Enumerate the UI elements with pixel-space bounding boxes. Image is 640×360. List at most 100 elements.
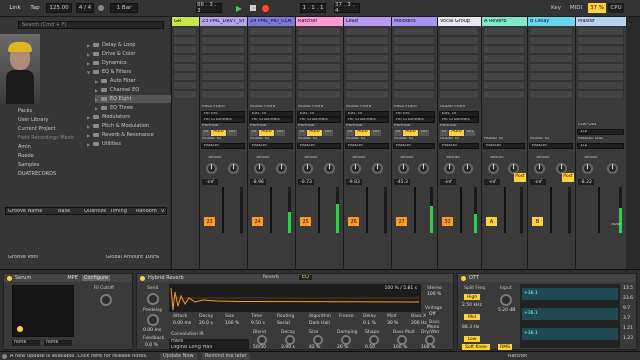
clip-slot[interactable]: [393, 54, 435, 63]
high-band-button[interactable]: High: [464, 294, 480, 300]
macro-select-1[interactable]: none: [12, 340, 40, 346]
clip-slot[interactable]: [393, 27, 435, 36]
clip-slot[interactable]: [173, 45, 197, 54]
search-input[interactable]: Search (Cmd + F): [18, 21, 164, 29]
track-header[interactable]: Lead: [344, 17, 391, 26]
clip-slot[interactable]: [439, 72, 479, 81]
vintage-value[interactable]: Off: [429, 312, 436, 317]
clip-slot[interactable]: [345, 45, 389, 54]
send-b-knob[interactable]: [372, 163, 383, 174]
clip-slot[interactable]: [577, 27, 624, 36]
track-activator[interactable]: 25: [300, 217, 311, 226]
send-b-knob[interactable]: [607, 163, 618, 174]
places-current-project[interactable]: Current Project: [18, 125, 84, 133]
track-header[interactable]: B Delay: [528, 17, 575, 26]
loop-length-field[interactable]: 37 . 3 . 4: [334, 2, 360, 14]
stop-icon[interactable]: [250, 5, 256, 11]
track-header[interactable]: GR: [172, 17, 199, 26]
clip-slot[interactable]: [483, 63, 525, 72]
reverb-param-value[interactable]: Serial: [277, 321, 290, 326]
send-b-knob[interactable]: [228, 163, 239, 174]
input-channel-select[interactable]: All Channels: [249, 117, 293, 123]
clip-slot[interactable]: [249, 63, 293, 72]
reverb-param-value[interactable]: Dark Hall: [309, 321, 330, 326]
clip-slot[interactable]: [249, 90, 293, 99]
clip-slot[interactable]: [173, 90, 197, 99]
volume-readout[interactable]: -0.73: [298, 179, 314, 185]
track-header[interactable]: 23 PML_DRV7_SY: [200, 17, 247, 26]
clip-slot[interactable]: [439, 81, 479, 90]
clip-slot[interactable]: [393, 90, 435, 99]
master-out-select[interactable]: 1/2: [577, 143, 624, 149]
monitor-auto-button[interactable]: Auto: [355, 130, 370, 136]
send-b-knob[interactable]: [276, 163, 287, 174]
clip-slot[interactable]: [345, 81, 389, 90]
send-knob[interactable]: [147, 293, 159, 305]
configure-button[interactable]: Configure: [81, 275, 111, 281]
volume-readout[interactable]: -8.22: [578, 179, 594, 185]
track-header[interactable]: Ratchet: [296, 17, 343, 26]
tree-item[interactable]: ▶ Channel EQ: [95, 86, 173, 94]
track-header[interactable]: Melodics: [392, 17, 437, 26]
metronome-icon[interactable]: [98, 5, 104, 11]
clip-slot[interactable]: [393, 72, 435, 81]
clip-slot[interactable]: [483, 72, 525, 81]
volume-fader[interactable]: [598, 187, 600, 233]
rms-toggle[interactable]: RMS: [498, 344, 512, 350]
clip-slot[interactable]: [577, 90, 624, 99]
tree-item[interactable]: ▶ Reverb & Resonance: [87, 131, 165, 139]
clip-slot[interactable]: [577, 36, 624, 45]
clip-slot[interactable]: [345, 36, 389, 45]
track-header[interactable]: A Reverb: [482, 17, 527, 26]
reverb-2-knob[interactable]: [313, 335, 323, 345]
clip-slot[interactable]: [297, 36, 341, 45]
volume-readout[interactable]: -inf: [202, 179, 218, 185]
low-band-button[interactable]: Low: [464, 336, 480, 342]
places-user-library[interactable]: User Library: [18, 116, 84, 124]
clip-slot[interactable]: [393, 36, 435, 45]
link-button[interactable]: Link: [6, 3, 24, 13]
power-icon[interactable]: [140, 275, 145, 281]
clip-slot[interactable]: [393, 81, 435, 90]
clip-slot[interactable]: [345, 90, 389, 99]
monitor-in-button[interactable]: In: [346, 130, 355, 136]
output-select[interactable]: Master: [483, 143, 525, 149]
input-channel-select[interactable]: All Channels: [345, 117, 389, 123]
monitor-off-button[interactable]: Off: [418, 130, 430, 136]
track-activator[interactable]: 27: [396, 217, 407, 226]
clip-slot[interactable]: [297, 27, 341, 36]
clip-slot[interactable]: [439, 45, 479, 54]
monitor-in-button[interactable]: In: [440, 130, 449, 136]
monitor-off-button[interactable]: Off: [322, 130, 334, 136]
places-field-recordings[interactable]: Field Recordings Mastr: [18, 134, 84, 142]
monitor-in-button[interactable]: In: [250, 130, 259, 136]
input-channel-select[interactable]: All Channels: [201, 117, 245, 123]
monitor-off-button[interactable]: Off: [226, 130, 238, 136]
volume-readout[interactable]: -inf: [484, 179, 500, 185]
input-channel-select[interactable]: All Channels: [297, 117, 341, 123]
clip-slot[interactable]: [529, 90, 573, 99]
output-select[interactable]: Master: [201, 143, 245, 149]
clip-slot[interactable]: [529, 27, 573, 36]
clip-slot[interactable]: [439, 90, 479, 99]
clip-slot[interactable]: [393, 63, 435, 72]
clip-slot[interactable]: [173, 27, 197, 36]
clip-slot[interactable]: [439, 27, 479, 36]
places-packs[interactable]: Packs: [18, 107, 84, 115]
time-signature[interactable]: 4 / 4: [76, 3, 94, 13]
post-button[interactable]: Post: [514, 173, 526, 182]
clip-slot[interactable]: [173, 63, 197, 72]
output-select[interactable]: Master: [529, 143, 573, 149]
reverb-6-knob[interactable]: [425, 335, 435, 345]
tree-item[interactable]: ▶ EQ Three: [95, 104, 173, 112]
input-channel-select[interactable]: All Channels: [393, 117, 435, 123]
send-a-knob[interactable]: [582, 163, 593, 174]
clip-slot[interactable]: [529, 72, 573, 81]
clip-slot[interactable]: [483, 36, 525, 45]
eq-tab[interactable]: EQ: [299, 275, 313, 280]
reverb-param-value[interactable]: 30 %: [387, 321, 398, 326]
places-ruede[interactable]: Ruede: [18, 152, 84, 160]
clip-slot[interactable]: [529, 81, 573, 90]
reverb-param-value[interactable]: 0.00 ms: [173, 321, 191, 326]
monitor-auto-button[interactable]: Auto: [403, 130, 418, 136]
